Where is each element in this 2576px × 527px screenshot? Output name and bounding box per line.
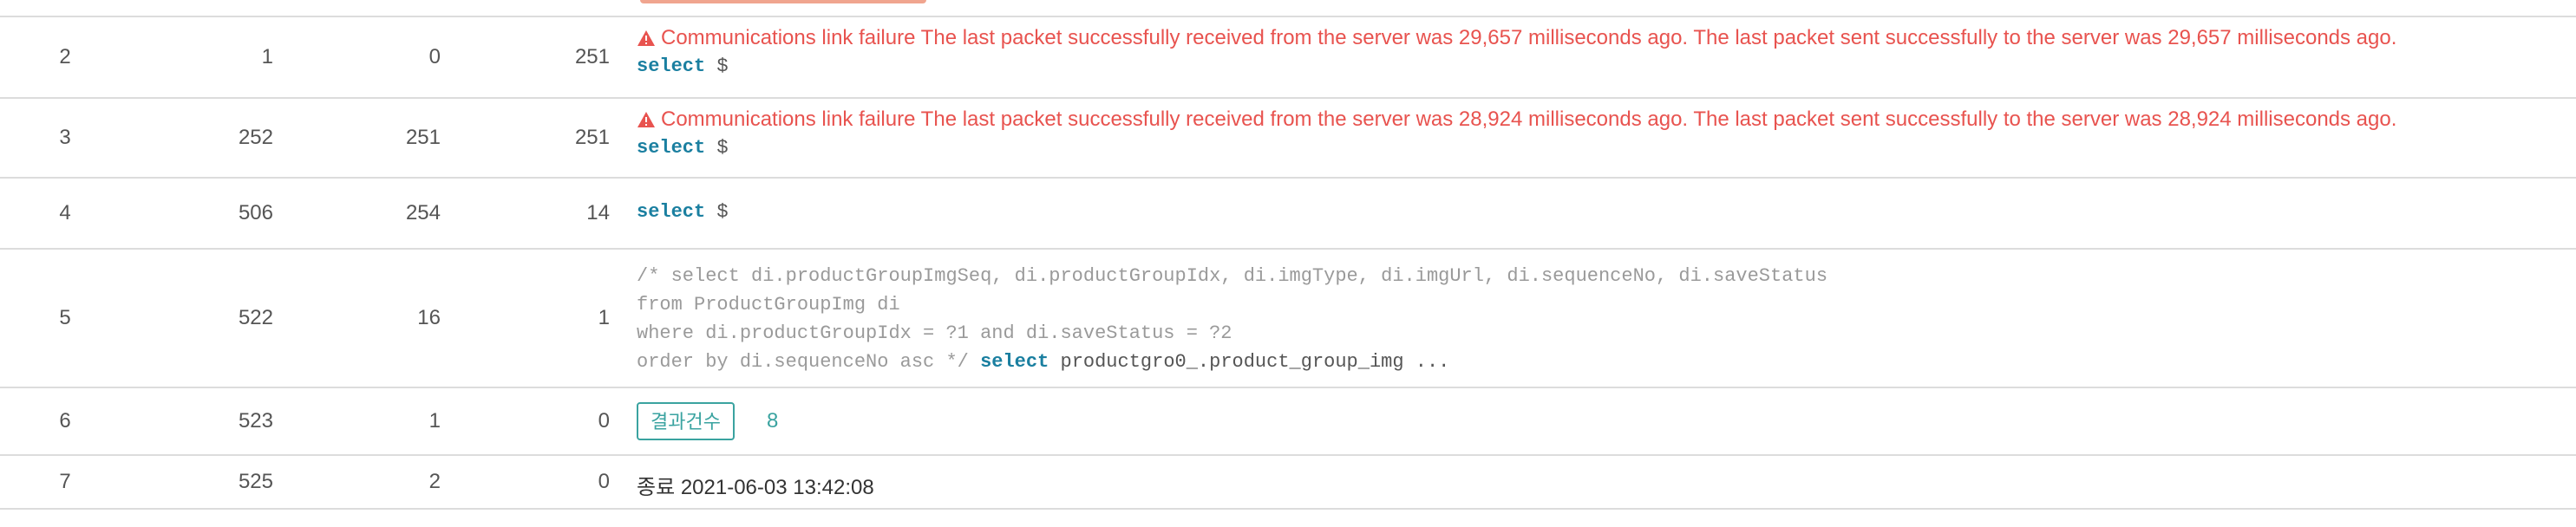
table-row: 5 522 16 1 /* select di.productGroupImgS… xyxy=(0,250,2576,388)
error-text: Communications link failure The last pac… xyxy=(661,26,2397,49)
cell-col3: 2 xyxy=(428,470,441,493)
row-number: 3 xyxy=(59,126,71,149)
sql-last-line: order by di.sequenceNo asc */ select pro… xyxy=(637,351,1449,373)
row-number: 2 xyxy=(59,45,71,68)
cell-col3: 251 xyxy=(405,126,441,149)
result-count-button[interactable]: 결과건수 xyxy=(637,402,735,440)
sql-rest: $ xyxy=(705,55,729,77)
cell-col2: 506 xyxy=(238,201,273,224)
sql-rest: productgro0_.product_group_img ... xyxy=(1049,351,1450,373)
sql-statement: select $ xyxy=(637,137,729,159)
row-number: 7 xyxy=(59,470,71,493)
sql-keyword: select xyxy=(637,201,706,223)
sql-keyword: select xyxy=(637,55,706,77)
sql-comment-line: from ProductGroupImg di xyxy=(637,294,900,316)
sql-rest: $ xyxy=(705,137,729,159)
table-row: 4 506 254 14 select $ xyxy=(0,179,2576,250)
cell-col2: 1 xyxy=(261,45,273,68)
cell-col2: 252 xyxy=(238,126,273,149)
log-content: 종료 2021-06-03 13:42:08 xyxy=(637,456,2576,508)
cell-col4: 0 xyxy=(598,470,610,493)
row-number: 5 xyxy=(59,306,71,329)
table-top-border xyxy=(0,0,2576,17)
cell-col3: 16 xyxy=(417,306,441,329)
sql-comment-line: where di.productGroupIdx = ?1 and di.sav… xyxy=(637,322,1232,344)
cell-col3: 0 xyxy=(428,45,441,68)
cell-col4: 251 xyxy=(574,126,610,149)
sql-keyword: select xyxy=(980,351,1049,373)
cell-col2: 522 xyxy=(238,306,273,329)
log-content: Communications link failure The last pac… xyxy=(637,17,2576,97)
cell-col2: 525 xyxy=(238,470,273,493)
sql-keyword: select xyxy=(637,137,706,159)
table-row: 3 252 251 251 Communications link failur… xyxy=(0,99,2576,179)
sql-comment-line: order by di.sequenceNo asc */ xyxy=(637,351,969,373)
error-message: Communications link failure The last pac… xyxy=(637,26,2396,50)
sql-statement: select $ xyxy=(637,55,729,77)
cell-col3: 1 xyxy=(428,409,441,433)
cell-col4: 0 xyxy=(598,409,610,433)
error-message: Communications link failure The last pac… xyxy=(637,107,2396,132)
top-tab-indicator xyxy=(640,0,926,3)
cell-col3: 254 xyxy=(405,201,441,224)
sql-query-block: /* select di.productGroupImgSeq, di.prod… xyxy=(637,250,2576,387)
table-row: 7 525 2 0 종료 2021-06-03 13:42:08 xyxy=(0,456,2576,510)
error-text: Communications link failure The last pac… xyxy=(661,107,2397,131)
log-content: Communications link failure The last pac… xyxy=(637,99,2576,177)
sql-statement: select $ xyxy=(637,201,729,223)
sql-comment-line: /* select di.productGroupImgSeq, di.prod… xyxy=(637,265,1828,287)
cell-col4: 1 xyxy=(598,306,610,329)
warning-icon xyxy=(637,30,655,46)
sql-rest: $ xyxy=(705,201,729,223)
cell-col4: 251 xyxy=(574,45,610,68)
log-content: 결과건수 8 xyxy=(637,388,2576,454)
row-number: 6 xyxy=(59,409,71,433)
row-number: 4 xyxy=(59,201,71,224)
cell-col4: 14 xyxy=(586,201,610,224)
table-row: 2 1 0 251 Communications link failure Th… xyxy=(0,17,2576,99)
cell-col2: 523 xyxy=(238,409,273,433)
table-row: 6 523 1 0 결과건수 8 xyxy=(0,388,2576,456)
end-timestamp: 종료 2021-06-03 13:42:08 xyxy=(637,476,874,499)
result-count-value: 8 xyxy=(767,409,779,433)
log-content: select $ xyxy=(637,179,2576,248)
warning-icon xyxy=(637,112,655,127)
